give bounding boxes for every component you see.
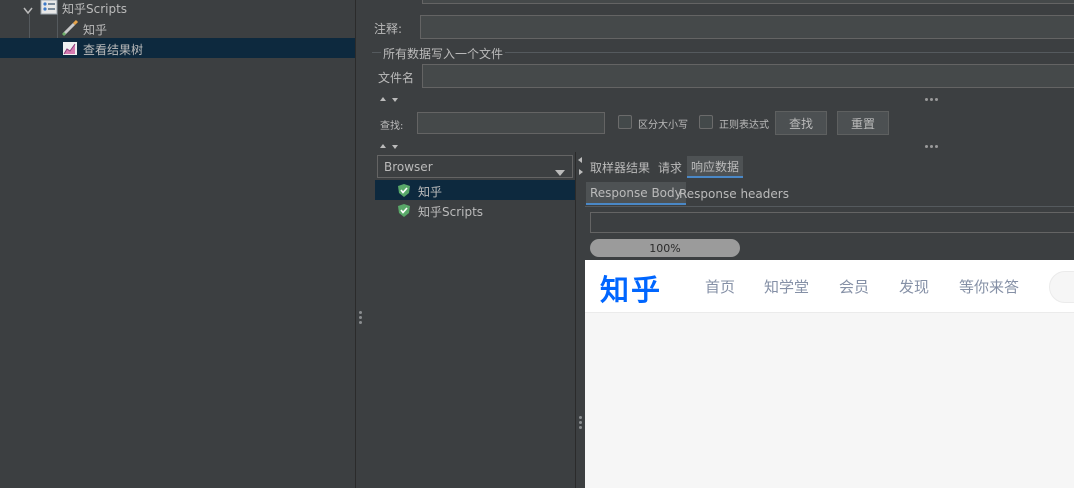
drag-handle-icon[interactable]: [925, 98, 938, 101]
search-input[interactable]: [417, 112, 605, 134]
collapse-down-icon[interactable]: [392, 145, 398, 149]
tree-row-listener[interactable]: 查看结果树: [0, 38, 355, 58]
web-header: 知乎 首页 知学堂 会员 发现 等你来答: [585, 260, 1074, 313]
web-nav-discover[interactable]: 发现: [899, 276, 929, 297]
tree-item-label: 知乎: [83, 23, 108, 37]
tab-response-body[interactable]: Response Body: [586, 182, 686, 205]
expand-left-icon[interactable]: [578, 157, 582, 163]
tree-item-label: 查看结果树: [83, 43, 144, 57]
vertical-splitter[interactable]: [355, 0, 365, 488]
expand-right-icon[interactable]: [579, 169, 583, 175]
collapse-down-icon[interactable]: [392, 98, 398, 102]
success-shield-icon: [397, 203, 411, 221]
web-nav-answer[interactable]: 等你来答: [959, 276, 1019, 297]
tree-root-label: 知乎Scripts: [62, 2, 128, 16]
tab-response-data[interactable]: 响应数据: [687, 156, 744, 178]
thread-group-icon: [40, 0, 58, 18]
subtab-separator: [585, 206, 1074, 207]
load-progress-bar: 100%: [590, 239, 740, 257]
renderer-select[interactable]: Browser: [377, 155, 573, 178]
sample-results-tree: 知乎 知乎Scripts: [375, 178, 575, 488]
chart-listener-icon: [61, 39, 79, 60]
web-nav-home[interactable]: 首页: [705, 276, 735, 297]
drag-handle-icon[interactable]: [925, 145, 938, 148]
sample-label: 知乎: [418, 185, 443, 199]
filename-field[interactable]: [422, 64, 1074, 88]
regex-label: 正则表达式: [719, 120, 769, 131]
progress-text: 100%: [649, 241, 681, 255]
chevron-down-icon: [555, 165, 565, 179]
collapse-divider[interactable]: [365, 142, 1074, 151]
case-sensitive-label: 区分大小写: [638, 120, 688, 131]
sample-row[interactable]: 知乎Scripts: [375, 200, 575, 220]
zhihu-logo[interactable]: 知乎: [600, 267, 662, 309]
tab-response-headers[interactable]: Response headers: [675, 182, 793, 205]
collapse-divider[interactable]: [365, 95, 1074, 104]
tree-row-sampler[interactable]: 知乎: [0, 18, 355, 38]
reset-button[interactable]: 重置: [837, 111, 889, 135]
find-button[interactable]: 查找: [775, 111, 827, 135]
search-label: 查找:: [380, 121, 404, 132]
web-search-input[interactable]: [1049, 271, 1074, 303]
test-plan-tree: 知乎Scripts 知乎 查看结果树: [0, 0, 355, 488]
case-sensitive-checkbox[interactable]: [618, 115, 632, 129]
success-shield-icon: [397, 183, 411, 201]
response-url-field[interactable]: [590, 212, 1074, 233]
tab-request[interactable]: 请求: [654, 156, 686, 178]
web-nav-academy[interactable]: 知学堂: [764, 276, 809, 297]
renderer-select-value: Browser: [384, 159, 433, 174]
filename-label: 文件名: [378, 71, 415, 85]
collapse-up-icon[interactable]: [380, 97, 386, 101]
name-field[interactable]: [422, 0, 1074, 4]
sampler-pen-icon: [61, 19, 79, 40]
tree-row-root[interactable]: 知乎Scripts: [0, 0, 355, 18]
browser-webview[interactable]: 知乎 首页 知学堂 会员 发现 等你来答: [585, 260, 1074, 488]
collapse-up-icon[interactable]: [380, 144, 386, 148]
chevron-down-icon[interactable]: [23, 4, 33, 18]
comment-field[interactable]: [420, 15, 1074, 39]
web-nav-member[interactable]: 会员: [839, 276, 869, 297]
comment-label: 注释:: [374, 22, 403, 36]
regex-checkbox[interactable]: [699, 115, 713, 129]
file-section-title: 所有数据写入一个文件: [381, 45, 506, 62]
sample-label: 知乎Scripts: [418, 205, 484, 219]
tab-sampler-result[interactable]: 取样器结果: [586, 156, 654, 178]
sample-row[interactable]: 知乎: [375, 180, 575, 200]
results-splitter[interactable]: [575, 152, 585, 488]
